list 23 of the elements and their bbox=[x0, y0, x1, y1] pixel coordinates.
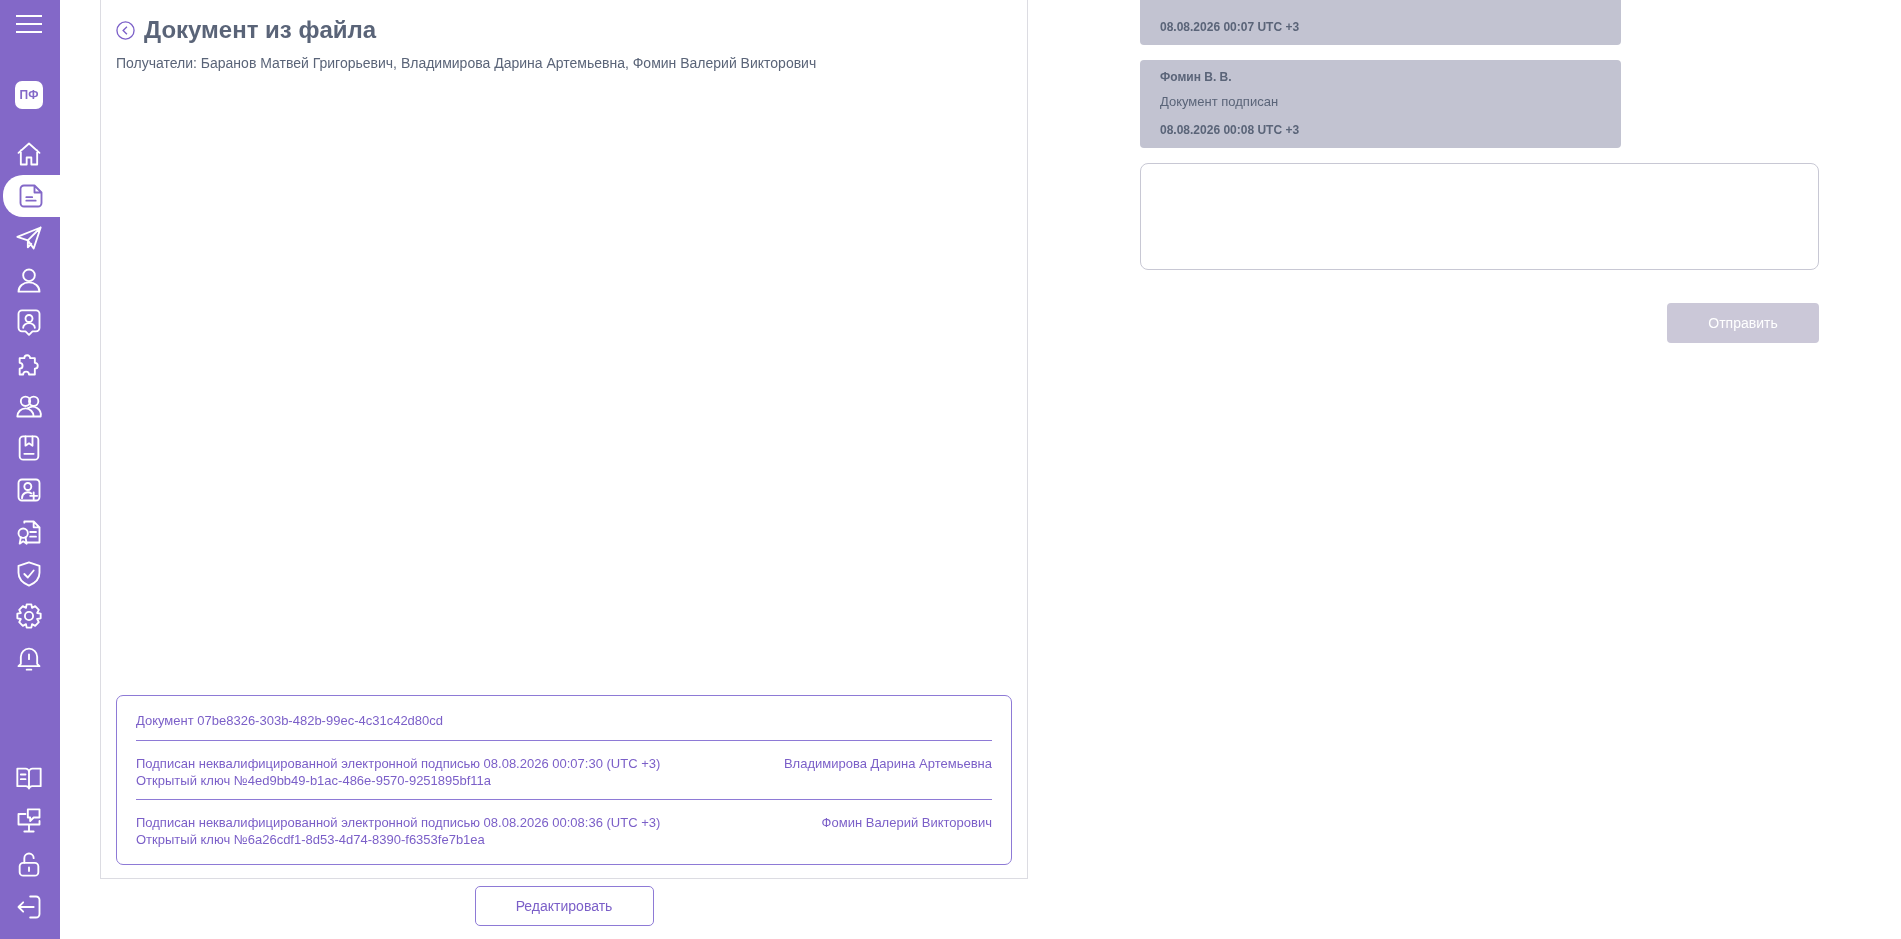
signer-name: Фомин Валерий Викторович bbox=[821, 814, 992, 832]
monitor-chat-icon bbox=[15, 806, 43, 835]
message-time: 08.08.2026 00:07 UTC +3 bbox=[1160, 20, 1301, 34]
recipients-text: Получатели: Баранов Матвей Григорьевич, Владимирова Дарина Артемьевна, Фомин Валерий Викторович bbox=[116, 55, 818, 71]
signature-info: Подписан неквалифицированной электронной подписью 08.08.2026 00:08:36 (UTC +3) bbox=[136, 814, 661, 831]
gear-icon bbox=[15, 601, 43, 630]
logo-badge[interactable]: ПФ bbox=[15, 81, 43, 109]
document-title: Документ из файла bbox=[144, 16, 377, 44]
sidebar-item[interactable] bbox=[3, 175, 60, 217]
message-time: 08.08.2026 00:08 UTC +3 bbox=[1160, 123, 1301, 137]
document-id: Документ 07be8326-303b-482b-99ec-4c31c42d80cd bbox=[136, 712, 992, 741]
message-input[interactable] bbox=[1140, 163, 1819, 270]
menu-icon[interactable] bbox=[15, 14, 43, 34]
message-text: Документ подписан bbox=[1160, 94, 1280, 109]
shield-check-icon bbox=[15, 559, 43, 588]
signature-info: Подписан неквалифицированной электронной подписью 08.08.2026 00:07:30 (UTC +3) bbox=[136, 755, 661, 772]
edit-button[interactable]: Редактировать bbox=[474, 886, 654, 926]
message-author: Фомин В. В. bbox=[1160, 70, 1233, 84]
user-badge-icon bbox=[15, 307, 43, 336]
back-icon[interactable] bbox=[116, 20, 135, 40]
public-key: Открытый ключ №6a26cdf1-8d53-4d74-8390-f6353fe7b1ea bbox=[136, 831, 661, 848]
public-key: Открытый ключ №4ed9bb49-b1ac-486e-9570-9251895bf11a bbox=[136, 772, 661, 789]
signer-name: Владимирова Дарина Артемьевна bbox=[783, 755, 992, 773]
